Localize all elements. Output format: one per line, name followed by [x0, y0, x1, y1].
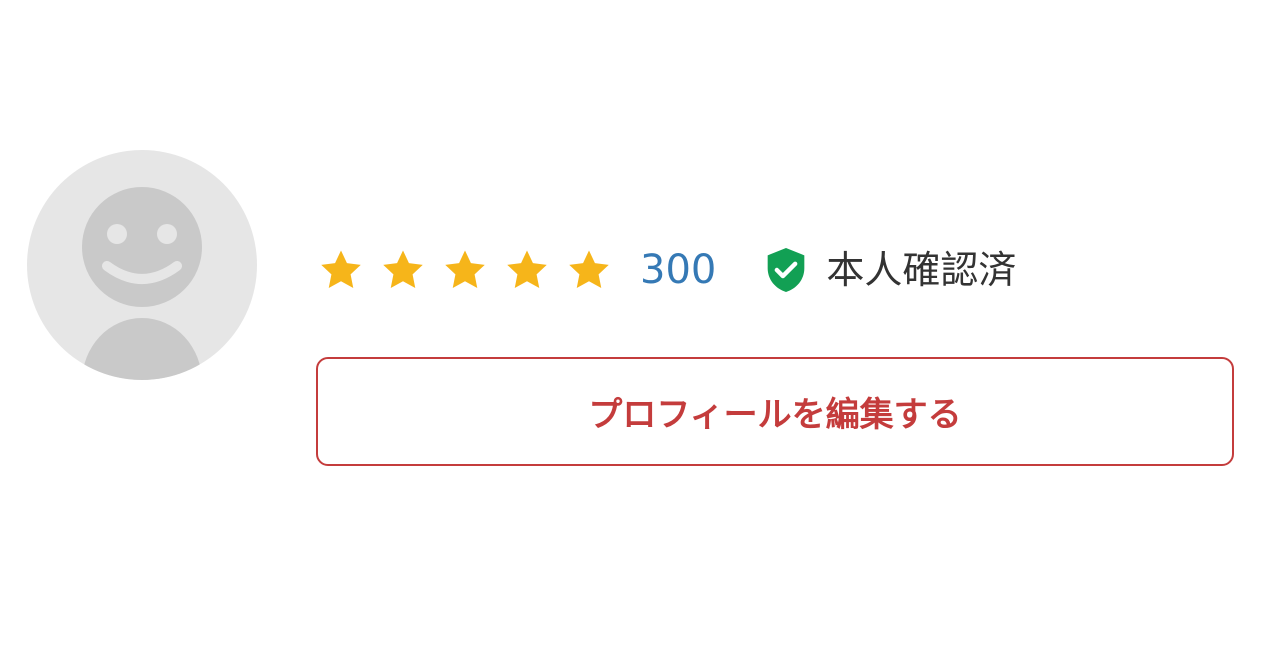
- rating-count-link[interactable]: 300: [640, 244, 716, 296]
- shield-check-icon: [764, 246, 808, 294]
- edit-profile-button[interactable]: プロフィールを編集する: [316, 357, 1234, 466]
- star-icon: [504, 247, 550, 293]
- default-user-avatar-icon: [27, 150, 257, 380]
- identity-verified-badge: 本人確認済: [764, 244, 1016, 296]
- star-icon: [380, 247, 426, 293]
- star-icon: [318, 247, 364, 293]
- rating-row: 300 本人確認済: [318, 244, 1016, 296]
- star-icon: [566, 247, 612, 293]
- avatar: [27, 150, 257, 380]
- star-rating: [318, 247, 612, 293]
- verified-label: 本人確認済: [826, 248, 1017, 292]
- star-icon: [442, 247, 488, 293]
- edit-profile-button-label: プロフィールを編集する: [588, 395, 962, 435]
